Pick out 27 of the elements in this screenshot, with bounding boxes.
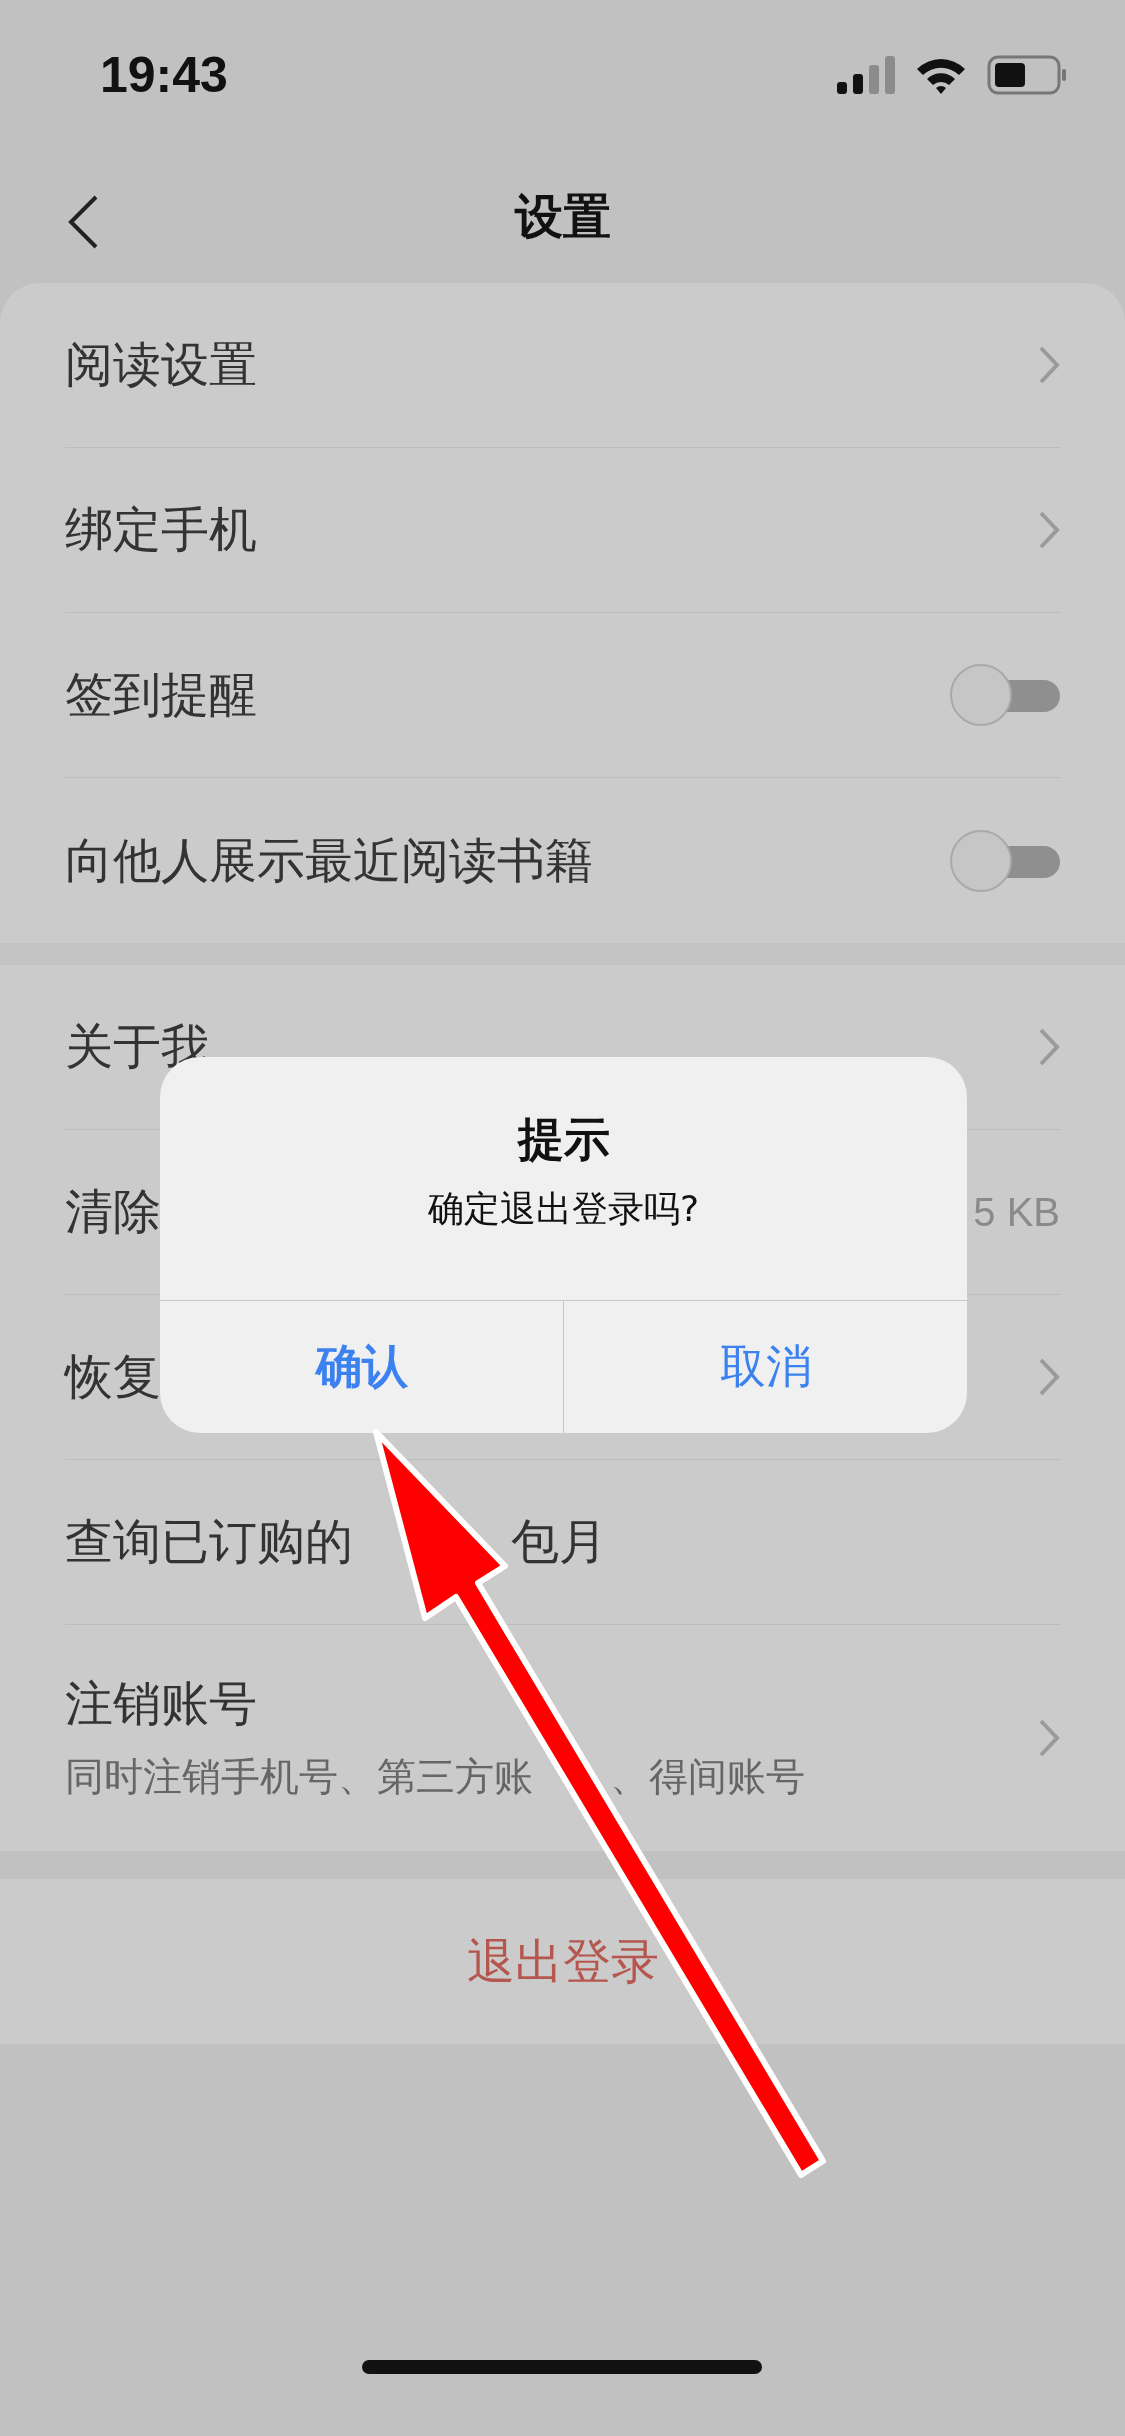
toggle-switch[interactable]: [950, 664, 1060, 726]
setting-label[interactable]: 阅读设置: [65, 333, 257, 397]
setting-label[interactable]: 恢复: [65, 1345, 161, 1409]
battery-icon: [987, 55, 1067, 95]
chevron-icon: [1038, 510, 1060, 550]
dialog-title: 提示: [517, 1111, 610, 1168]
setting-label[interactable]: 向他人展示最近阅读书籍: [65, 828, 593, 893]
setting-description: 、得间账号: [610, 1753, 805, 1801]
chevron-icon: [1038, 345, 1060, 385]
cache-size: 5 KB: [973, 1189, 1060, 1235]
dialog-message: 确定退出登录吗?: [427, 1187, 700, 1231]
chevron-icon: [1038, 1718, 1060, 1758]
setting-label[interactable]: 绑定手机: [65, 498, 257, 562]
setting-label[interactable]: 签到提醒: [65, 663, 257, 727]
chevron-icon: [1038, 1027, 1060, 1067]
setting-label[interactable]: 清除: [65, 1180, 161, 1244]
status-time: 19:43: [100, 46, 228, 104]
setting-label[interactable]: 注销账号: [65, 1672, 257, 1736]
chevron-icon: [1038, 1357, 1060, 1397]
wifi-icon: [915, 56, 967, 94]
setting-label[interactable]: 查询已订购的: [65, 1510, 353, 1574]
back-icon[interactable]: [66, 194, 100, 250]
setting-label[interactable]: 包月: [511, 1510, 607, 1574]
page-title: 设置: [514, 186, 611, 246]
signal-icon: [837, 56, 895, 94]
setting-description: 同时注销手机号、第三方账: [65, 1753, 533, 1801]
toggle-switch[interactable]: [950, 829, 1060, 892]
